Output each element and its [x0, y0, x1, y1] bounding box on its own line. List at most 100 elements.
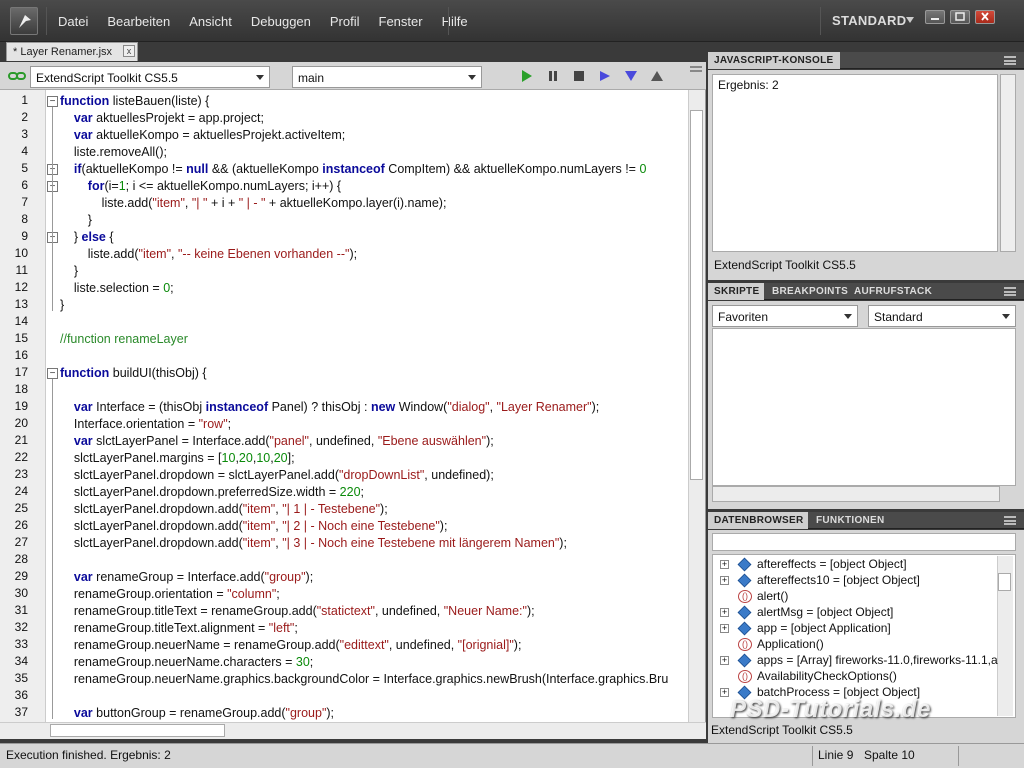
code-line[interactable]: var aktuellesProjekt = app.project; — [60, 110, 264, 127]
code-line[interactable]: liste.selection = 0; — [60, 280, 174, 297]
code-line[interactable]: //function renameLayer — [60, 331, 188, 348]
code-line[interactable]: renameGroup.titleText = renameGroup.add(… — [60, 603, 535, 620]
script-list[interactable] — [712, 328, 1016, 486]
expand-icon[interactable]: + — [720, 608, 729, 617]
scroll-thumb[interactable] — [50, 724, 225, 737]
scroll-thumb[interactable] — [690, 110, 703, 480]
code-line[interactable]: Interface.orientation = "row"; — [60, 416, 231, 433]
expand-icon[interactable]: + — [720, 624, 729, 633]
line-number: 33 — [14, 637, 28, 651]
line-number: 4 — [21, 144, 28, 158]
fold-guide — [52, 107, 53, 311]
panel-menu-icon[interactable] — [1004, 516, 1016, 525]
code-line[interactable]: renameGroup.titleText.alignment = "left"… — [60, 620, 298, 637]
code-line[interactable]: slctLayerPanel.dropdown = slctLayerPanel… — [60, 467, 494, 484]
code-line[interactable]: if(aktuelleKompo != null && (aktuelleKom… — [60, 161, 647, 178]
menu-debuggen[interactable]: Debuggen — [251, 14, 311, 29]
panel-menu-icon[interactable] — [1004, 56, 1016, 65]
scroll-thumb[interactable] — [998, 573, 1011, 591]
line-number: 23 — [14, 467, 28, 481]
horizontal-scrollbar[interactable] — [712, 486, 1000, 502]
tree-item[interactable]: alert() — [757, 589, 788, 603]
tab-breakpoints[interactable]: BREAKPOINTS — [766, 283, 854, 300]
code-line[interactable]: var renameGroup = Interface.add("group")… — [60, 569, 313, 586]
engine-dropdown[interactable]: main — [292, 66, 482, 88]
expand-icon[interactable]: + — [720, 656, 729, 665]
close-window-button[interactable] — [975, 10, 995, 24]
panel-menu-icon[interactable] — [1004, 287, 1016, 296]
step-into-icon[interactable] — [624, 69, 638, 86]
tab-close-icon[interactable]: x — [123, 45, 135, 57]
tree-item[interactable]: app = [object Application] — [757, 621, 891, 635]
code-line[interactable]: renameGroup.neuerName.graphics.backgroun… — [60, 671, 668, 688]
code-line[interactable]: function listeBauen(liste) { — [60, 93, 209, 110]
code-line[interactable]: } else { — [60, 229, 114, 246]
code-line[interactable]: function buildUI(thisObj) { — [60, 365, 207, 382]
code-line[interactable]: renameGroup.neuerName.characters = 30; — [60, 654, 313, 671]
tab-funktionen[interactable]: FUNKTIONEN — [810, 512, 891, 529]
menu-bearbeiten[interactable]: Bearbeiten — [107, 14, 170, 29]
play-icon[interactable] — [520, 69, 534, 86]
menu-ansicht[interactable]: Ansicht — [189, 14, 232, 29]
data-browser-filter[interactable] — [712, 533, 1016, 551]
estk-logo-icon — [10, 7, 38, 35]
code-line[interactable]: liste.add("item", "-- keine Ebenen vorha… — [60, 246, 357, 263]
code-line[interactable]: var slctLayerPanel = Interface.add("pane… — [60, 433, 494, 450]
tab-datenbrowser[interactable]: DATENBROWSER — [708, 512, 808, 529]
code-line[interactable]: renameGroup.neuerName = renameGroup.add(… — [60, 637, 522, 654]
code-line[interactable]: liste.removeAll(); — [60, 144, 167, 161]
tree-item[interactable]: alertMsg = [object Object] — [757, 605, 893, 619]
code-line[interactable]: slctLayerPanel.dropdown.add("item", "| 3… — [60, 535, 567, 552]
document-tab[interactable]: * Layer Renamer.jsx — [6, 42, 138, 61]
code-line[interactable]: } — [60, 297, 64, 314]
favorites-dropdown[interactable]: Favoriten — [712, 305, 858, 327]
code-line[interactable]: var aktuelleKompo = aktuellesProjekt.act… — [60, 127, 345, 144]
tree-item[interactable]: AvailabilityCheckOptions() — [757, 669, 897, 683]
chevron-down-icon[interactable] — [906, 17, 914, 23]
fold-toggle-icon[interactable]: − — [47, 96, 58, 107]
menu-hilfe[interactable]: Hilfe — [442, 14, 468, 29]
menu-fenster[interactable]: Fenster — [379, 14, 423, 29]
code-line[interactable]: slctLayerPanel.dropdown.add("item", "| 1… — [60, 501, 388, 518]
expand-icon[interactable]: + — [720, 576, 729, 585]
code-line[interactable]: for(i=1; i <= aktuelleKompo.numLayers; i… — [60, 178, 341, 195]
tree-item[interactable]: aftereffects = [object Object] — [757, 557, 907, 571]
tab-javascript-console[interactable]: JAVASCRIPT-KONSOLE — [708, 52, 840, 69]
divider — [820, 7, 821, 35]
pause-icon[interactable] — [546, 69, 560, 86]
target-app-dropdown[interactable]: ExtendScript Toolkit CS5.5 — [30, 66, 270, 88]
code-line[interactable]: liste.add("item", "| " + i + " | - " + a… — [60, 195, 447, 212]
stop-icon[interactable] — [572, 69, 586, 86]
code-line[interactable]: slctLayerPanel.margins = [10,20,10,20]; — [60, 450, 295, 467]
code-line[interactable]: } — [60, 263, 78, 280]
tree-item[interactable]: aftereffects10 = [object Object] — [757, 573, 920, 587]
step-out-icon[interactable] — [650, 69, 664, 86]
console-output[interactable]: Ergebnis: 2 — [712, 74, 998, 252]
code-line[interactable]: slctLayerPanel.dropdown.preferredSize.wi… — [60, 484, 364, 501]
tree-item[interactable]: Application() — [757, 637, 824, 651]
code-line[interactable]: slctLayerPanel.dropdown.add("item", "| 2… — [60, 518, 448, 535]
step-over-icon[interactable] — [598, 69, 612, 86]
menu-profil[interactable]: Profil — [330, 14, 360, 29]
fold-toggle-icon[interactable]: − — [47, 368, 58, 379]
expand-icon[interactable]: + — [720, 560, 729, 569]
minimize-button[interactable] — [925, 10, 945, 24]
workspace-switcher[interactable]: STANDARD — [832, 13, 906, 28]
standard-dropdown[interactable]: Standard — [868, 305, 1016, 327]
code-line[interactable]: var buttonGroup = renameGroup.add("group… — [60, 705, 334, 722]
cursor-line: Linie 9 — [818, 748, 854, 762]
link-icon[interactable] — [8, 70, 26, 84]
tree-item[interactable]: apps = [Array] fireworks-11.0,fireworks-… — [757, 653, 998, 667]
panel-menu-icon[interactable] — [690, 64, 702, 78]
vertical-scrollbar[interactable] — [1000, 74, 1016, 252]
code-line[interactable]: } — [60, 212, 92, 229]
tab-aufrufstack[interactable]: AUFRUFSTACK — [848, 283, 938, 300]
menu-datei[interactable]: Datei — [58, 14, 88, 29]
line-number: 28 — [14, 552, 28, 566]
tab-skripte[interactable]: SKRIPTE — [708, 283, 764, 300]
maximize-button[interactable] — [950, 10, 970, 24]
line-number: 16 — [14, 348, 28, 362]
code-line[interactable]: renameGroup.orientation = "column"; — [60, 586, 280, 603]
code-line[interactable]: var Interface = (thisObj instanceof Pane… — [60, 399, 599, 416]
expand-icon[interactable]: + — [720, 688, 729, 697]
